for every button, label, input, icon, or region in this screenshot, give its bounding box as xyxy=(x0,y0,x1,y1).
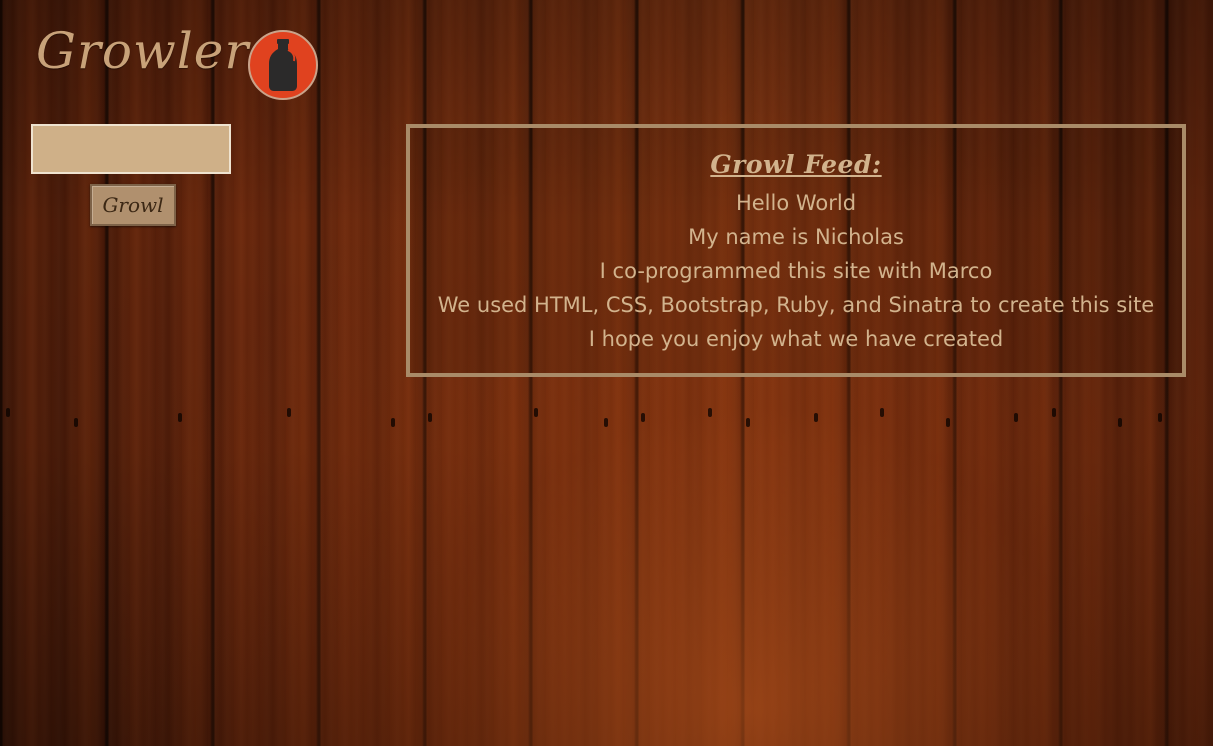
feed-item: My name is Nicholas xyxy=(688,225,904,249)
nail-head xyxy=(534,408,538,417)
nail-head xyxy=(1052,408,1056,417)
nail-head xyxy=(641,413,645,422)
nail-head xyxy=(391,418,395,427)
feed-title: Growl Feed: xyxy=(710,150,882,179)
nail-head xyxy=(287,408,291,417)
wood-nail-row xyxy=(0,404,1213,434)
growl-input[interactable] xyxy=(31,124,231,174)
nail-head xyxy=(428,413,432,422)
nail-head xyxy=(6,408,10,417)
growler-jug-icon-graphic xyxy=(269,39,297,91)
feed-item: We used HTML, CSS, Bootstrap, Ruby, and … xyxy=(437,293,1155,317)
growl-feed-panel: Growl Feed: Hello World My name is Nicho… xyxy=(406,124,1186,377)
brand-title: Growler xyxy=(36,22,250,80)
nail-head xyxy=(1158,413,1162,422)
growl-button[interactable]: Growl xyxy=(90,184,176,226)
nail-head xyxy=(1014,413,1018,422)
nail-head xyxy=(946,418,950,427)
nail-head xyxy=(814,413,818,422)
feed-item: I hope you enjoy what we have created xyxy=(588,327,1004,351)
nail-head xyxy=(746,418,750,427)
nail-head xyxy=(880,408,884,417)
growler-jug-icon xyxy=(248,30,318,100)
feed-item: Hello World xyxy=(735,191,857,215)
nail-head xyxy=(178,413,182,422)
nail-head xyxy=(604,418,608,427)
feed-item: I co-programmed this site with Marco xyxy=(599,259,993,283)
nail-head xyxy=(708,408,712,417)
nail-head xyxy=(74,418,78,427)
feed-list: Hello World My name is Nicholas I co-pro… xyxy=(410,186,1182,356)
nail-head xyxy=(1118,418,1122,427)
